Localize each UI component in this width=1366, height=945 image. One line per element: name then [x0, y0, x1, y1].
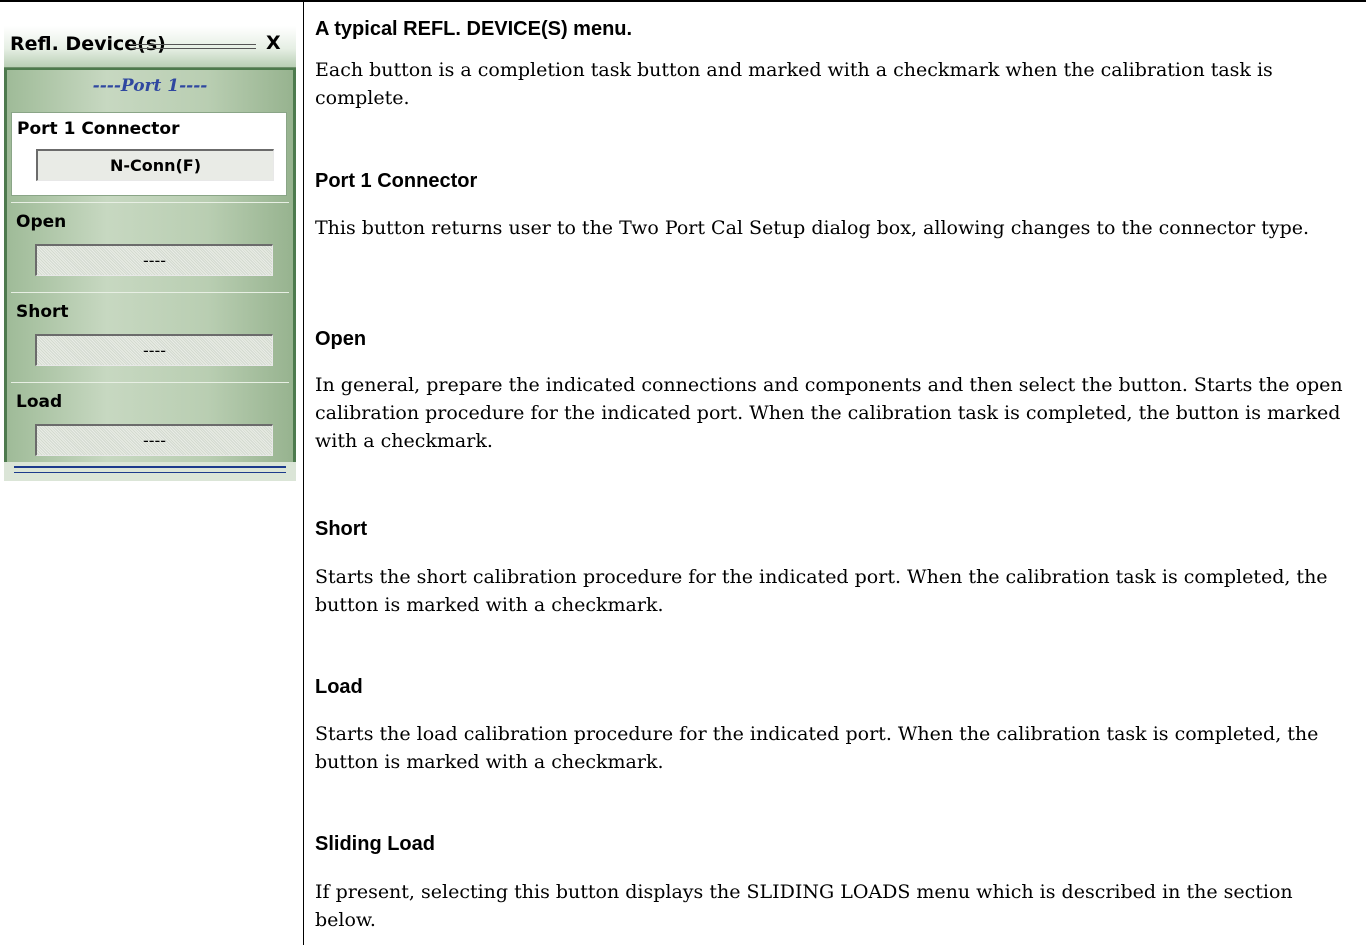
short-status: ---- — [35, 334, 273, 366]
section-heading: Load — [315, 676, 363, 698]
port1-connector-button[interactable]: Port 1 Connector N-Conn(F) — [11, 112, 287, 196]
button-label: Open — [16, 212, 67, 232]
menu-title-bar: Refl. Device(s) X — [4, 26, 296, 68]
connector-value: N-Conn(F) — [36, 149, 274, 181]
menu-footer — [4, 462, 296, 481]
section-heading: Sliding Load — [315, 833, 435, 855]
open-button[interactable]: Open ---- — [11, 206, 287, 286]
section-text: Starts the load calibration procedure fo… — [315, 723, 1319, 773]
section-text: Starts the short calibration procedure f… — [315, 566, 1328, 616]
section-heading: Port 1 Connector — [315, 170, 478, 192]
footer-rule — [14, 466, 286, 473]
short-button[interactable]: Short ---- — [11, 296, 287, 376]
figure-caption: A typical REFL. DEVICE(S) menu. — [315, 18, 633, 40]
separator — [11, 292, 289, 293]
menu-body: ----Port 1---- Port 1 Connector N-Conn(F… — [7, 70, 293, 478]
section-heading: Open — [315, 328, 367, 350]
section-text: In general, prepare the indicated connec… — [315, 374, 1343, 452]
port-label: ----Port 1---- — [92, 76, 208, 96]
section-text: If present, selecting this button displa… — [315, 881, 1293, 931]
open-status: ---- — [35, 244, 273, 276]
column-divider — [303, 0, 304, 945]
load-status: ---- — [35, 424, 273, 456]
section-text: This button returns user to the Two Port… — [315, 217, 1310, 239]
intro-paragraph: Each button is a completion task button … — [315, 59, 1273, 109]
separator — [11, 382, 289, 383]
title-rule — [130, 44, 256, 49]
separator — [11, 202, 289, 203]
section-heading: Short — [315, 518, 368, 540]
button-label: Port 1 Connector — [17, 119, 180, 139]
top-rule — [0, 0, 1366, 2]
button-label: Short — [16, 302, 69, 322]
load-button[interactable]: Load ---- — [11, 386, 287, 466]
close-button[interactable]: X — [266, 32, 281, 54]
refl-devices-menu: Refl. Device(s) X ----Port 1---- Port 1 … — [4, 26, 296, 481]
button-label: Load — [16, 392, 63, 412]
